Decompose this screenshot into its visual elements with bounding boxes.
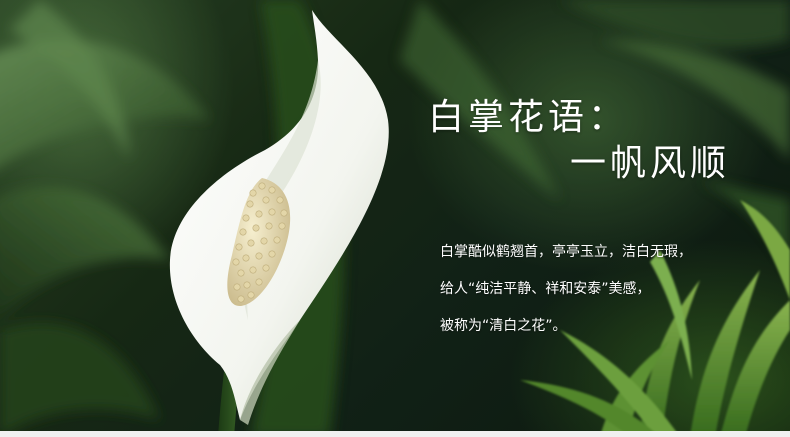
description-block: 白掌酷似鹤翘首，亭亭玉立，洁白无瑕， 给人“纯洁平静、祥和安泰”美感， 被称为“… xyxy=(440,234,780,345)
title-line-2: 一帆风顺 xyxy=(570,143,731,184)
banner: 白掌花语： 一帆风顺 白掌酷似鹤翘首，亭亭玉立，洁白无瑕， 给人“纯洁平静、祥和… xyxy=(0,0,790,437)
title-line-1: 白掌花语： xyxy=(428,97,629,138)
description-line: 白掌酷似鹤翘首，亭亭玉立，洁白无瑕， xyxy=(440,244,692,260)
peace-lily-flower xyxy=(169,10,389,437)
description-line: 给人“纯洁平静、祥和安泰”美感， xyxy=(440,281,651,297)
description-line: 被称为“清白之花”。 xyxy=(440,318,567,334)
bottom-border xyxy=(0,431,790,437)
